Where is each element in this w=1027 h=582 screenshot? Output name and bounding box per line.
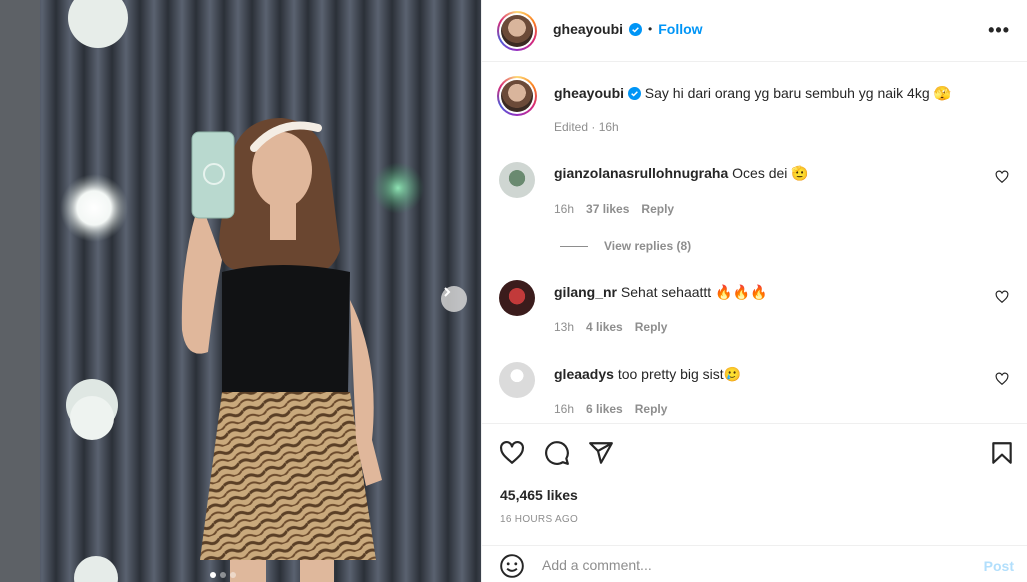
caption-row: gheayoubi Say hi dari orang yg baru semb…: [497, 76, 1019, 138]
likes-count[interactable]: 45,465 likes: [500, 487, 578, 503]
commenter-avatar[interactable]: [499, 362, 535, 398]
comment-icon[interactable]: [544, 440, 570, 466]
follow-button[interactable]: Follow: [658, 21, 702, 37]
comment-item: gleaadys too pretty big sist🥲 16h 6 like…: [499, 362, 1019, 422]
comment-likes[interactable]: 37 likes: [586, 202, 629, 216]
author-username[interactable]: gheayoubi: [553, 21, 623, 37]
post-comment-button[interactable]: Post: [984, 558, 1014, 574]
reply-button[interactable]: Reply: [635, 320, 668, 334]
comment-text: Sehat sehaattt 🔥🔥🔥: [620, 284, 768, 300]
comment-username[interactable]: gilang_nr: [554, 284, 617, 300]
next-image-button[interactable]: [441, 286, 467, 312]
carousel-dot: [210, 572, 216, 578]
verified-icon: [629, 22, 643, 36]
comment-heart-icon[interactable]: [995, 290, 1009, 304]
caption-avatar[interactable]: [497, 76, 537, 116]
post-actions: 45,465 likes 16 HOURS AGO: [482, 423, 1027, 545]
comment-username[interactable]: gianzolanasrullohnugraha: [554, 165, 728, 181]
post-timestamp: 16 HOURS AGO: [500, 514, 579, 525]
comment-meta: 13h 4 likes Reply: [554, 320, 667, 334]
caption-text: Say hi dari orang yg baru sembuh yg naik…: [644, 85, 951, 101]
commenter-avatar[interactable]: [499, 162, 535, 198]
reply-button[interactable]: Reply: [641, 202, 674, 216]
post-photo[interactable]: [0, 0, 481, 582]
comment-text: Oces dei 🫡: [732, 165, 809, 181]
comment-time: 13h: [554, 320, 575, 334]
more-options-icon[interactable]: •••: [988, 20, 1010, 41]
post-side-panel: gheayoubi • Follow ••• gheayoubi Say hi …: [481, 0, 1027, 582]
comment-likes[interactable]: 4 likes: [586, 320, 623, 334]
author-avatar[interactable]: [497, 11, 537, 51]
add-comment-bar: Post: [482, 545, 1027, 582]
commenter-avatar[interactable]: [499, 280, 535, 316]
view-replies-label: View replies (8): [604, 239, 692, 253]
view-replies-button[interactable]: View replies (8): [560, 239, 691, 253]
reply-button[interactable]: Reply: [635, 402, 668, 416]
mirror-selfie-image: [0, 0, 481, 582]
carousel-dot: [230, 572, 236, 578]
comment-text: too pretty big sist🥲: [617, 366, 742, 382]
comment-username[interactable]: gleaadys: [554, 366, 614, 382]
comment-meta: 16h 6 likes Reply: [554, 402, 667, 416]
comments-list[interactable]: gheayoubi Say hi dari orang yg baru semb…: [482, 63, 1027, 423]
post-header: gheayoubi • Follow •••: [482, 0, 1027, 62]
comment-input[interactable]: [542, 557, 962, 573]
chevron-right-icon: [444, 287, 451, 297]
comment-time: 16h: [554, 202, 575, 216]
caption-edited-time: Edited · 16h: [554, 120, 619, 134]
carousel-dot: [220, 572, 226, 578]
comment-time: 16h: [554, 402, 575, 416]
separator-dot: •: [648, 22, 653, 36]
caption-meta: Edited · 16h: [554, 120, 619, 134]
comment-likes[interactable]: 6 likes: [586, 402, 623, 416]
comment-meta: 16h 37 likes Reply: [554, 202, 674, 216]
comment-item: gilang_nr Sehat sehaattt 🔥🔥🔥 13h 4 likes…: [499, 280, 1019, 350]
bookmark-icon[interactable]: [989, 440, 1015, 466]
heart-icon[interactable]: [499, 440, 525, 466]
emoji-icon[interactable]: [499, 553, 525, 579]
comment-heart-icon[interactable]: [995, 170, 1009, 184]
verified-icon: [627, 87, 641, 100]
carousel-indicator: [210, 572, 236, 578]
caption-username[interactable]: gheayoubi: [554, 85, 624, 101]
replies-line: [560, 245, 588, 247]
comment-heart-icon[interactable]: [995, 372, 1009, 386]
share-icon[interactable]: [588, 440, 614, 466]
